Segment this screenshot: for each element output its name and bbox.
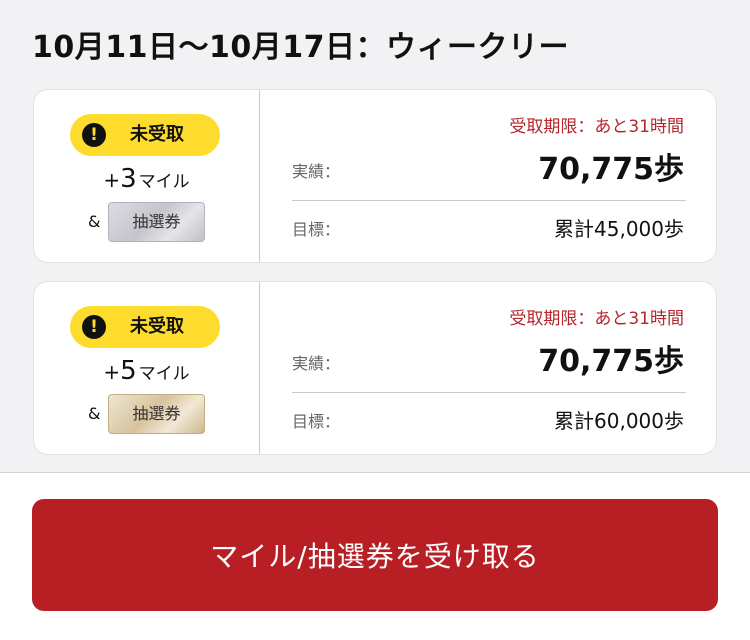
result-label: 実績：	[292, 354, 341, 373]
card-divider	[259, 282, 260, 454]
deadline-text: 受取期限：あと31時間	[509, 117, 684, 137]
miles-reward: +3 マイル	[34, 164, 259, 194]
lottery-ticket-gold: 抽選券	[108, 394, 205, 434]
status-text: 未受取	[130, 316, 184, 337]
claim-rewards-button[interactable]: マイル/抽選券を受け取る	[32, 499, 718, 611]
lottery-ticket-silver: 抽選券	[108, 202, 205, 242]
page-title: 10月11日〜10月17日：ウィークリー	[32, 30, 569, 65]
reward-card: ! 未受取 +3 マイル & 抽選券 受取期限：あと31時間 実績： 70,775…	[34, 90, 716, 262]
miles-unit: マイル	[138, 364, 190, 384]
status-badge: ! 未受取	[70, 306, 220, 348]
alert-icon: !	[82, 123, 106, 147]
result-value: 70,775歩	[538, 344, 684, 379]
result-label: 実績：	[292, 162, 341, 181]
miles-amount: 3	[120, 164, 137, 194]
status-badge: ! 未受取	[70, 114, 220, 156]
miles-reward: +5 マイル	[34, 356, 259, 386]
ampersand: &	[88, 212, 101, 231]
row-divider	[292, 200, 686, 201]
miles-amount: 5	[120, 356, 137, 386]
goal-label: 目標：	[292, 412, 341, 431]
row-divider	[292, 392, 686, 393]
reward-card: ! 未受取 +5 マイル & 抽選券 受取期限：あと31時間 実績： 70,775…	[34, 282, 716, 454]
ampersand: &	[88, 404, 101, 423]
reward-summary: ! 未受取 +3 マイル & 抽選券	[34, 90, 259, 262]
reward-summary: ! 未受取 +5 マイル & 抽選券	[34, 282, 259, 454]
goal-value: 累計60,000歩	[554, 409, 684, 433]
miles-plus: +	[103, 360, 121, 384]
status-text: 未受取	[130, 124, 184, 145]
miles-plus: +	[103, 168, 121, 192]
goal-label: 目標：	[292, 220, 341, 239]
result-value: 70,775歩	[538, 152, 684, 187]
goal-value: 累計45,000歩	[554, 217, 684, 241]
miles-unit: マイル	[138, 172, 190, 192]
card-divider	[259, 90, 260, 262]
alert-icon: !	[82, 315, 106, 339]
deadline-text: 受取期限：あと31時間	[509, 309, 684, 329]
rewards-panel: 10月11日〜10月17日：ウィークリー ! 未受取 +3 マイル & 抽選券 受…	[0, 0, 750, 473]
